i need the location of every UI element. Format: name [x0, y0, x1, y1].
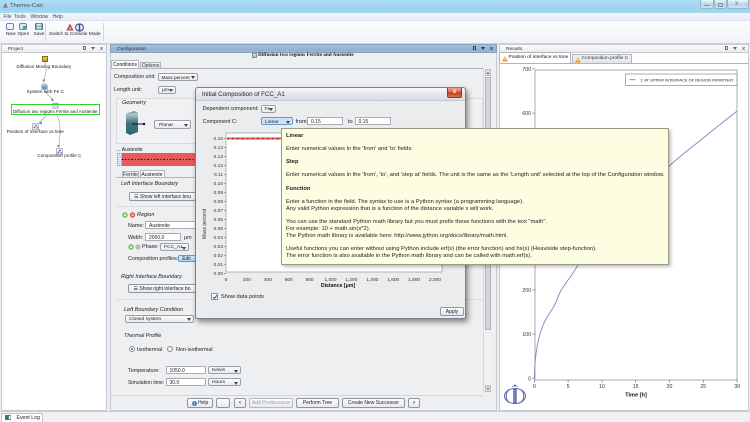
svg-text:0.12: 0.12: [214, 163, 224, 169]
svg-text:0.06: 0.06: [214, 217, 224, 223]
svg-text:15: 15: [633, 384, 639, 390]
svg-text:0.01: 0.01: [214, 262, 224, 268]
svg-text:0.11: 0.11: [214, 172, 223, 178]
svg-text:0.07: 0.07: [214, 208, 224, 214]
svg-text:200: 200: [243, 277, 251, 283]
svg-text:20: 20: [667, 384, 673, 390]
svg-text:800: 800: [306, 277, 314, 283]
svg-text:0.14: 0.14: [214, 145, 224, 151]
svg-text:1: AT UPPER INTERFACE OF REGI: 1: AT UPPER INTERFACE OF REGION FERRITE#…: [640, 77, 734, 82]
svg-text:200: 200: [522, 288, 531, 294]
svg-text:0: 0: [225, 277, 228, 283]
svg-text:400: 400: [264, 277, 272, 283]
svg-text:Distance [μm]: Distance [μm]: [321, 283, 356, 289]
svg-text:100: 100: [522, 332, 531, 338]
svg-text:0.00: 0.00: [214, 271, 224, 277]
svg-text:1,400: 1,400: [366, 277, 378, 283]
svg-text:0.02: 0.02: [214, 253, 224, 259]
svg-text:0.13: 0.13: [214, 154, 224, 160]
svg-text:1,600: 1,600: [387, 277, 399, 283]
svg-text:10: 10: [599, 384, 605, 390]
svg-text:0.04: 0.04: [214, 235, 224, 241]
svg-text:0.09: 0.09: [214, 190, 224, 196]
svg-text:0.05: 0.05: [214, 226, 224, 232]
svg-text:0.15: 0.15: [214, 136, 224, 142]
svg-text:0.10: 0.10: [214, 181, 224, 187]
svg-text:25: 25: [700, 384, 706, 390]
svg-text:700: 700: [522, 67, 531, 73]
svg-text:30: 30: [734, 384, 740, 390]
svg-text:1,800: 1,800: [408, 277, 420, 283]
svg-text:0: 0: [528, 376, 531, 382]
svg-text:Mass percent: Mass percent: [202, 208, 208, 239]
svg-text:0.03: 0.03: [214, 244, 224, 250]
svg-text:600: 600: [522, 111, 531, 117]
svg-text:0: 0: [533, 384, 536, 390]
svg-text:2,000: 2,000: [429, 277, 441, 283]
svg-text:0.08: 0.08: [214, 199, 224, 205]
svg-text:600: 600: [285, 277, 293, 283]
svg-text:5: 5: [567, 384, 570, 390]
svg-text:Time [h]: Time [h]: [625, 393, 647, 399]
